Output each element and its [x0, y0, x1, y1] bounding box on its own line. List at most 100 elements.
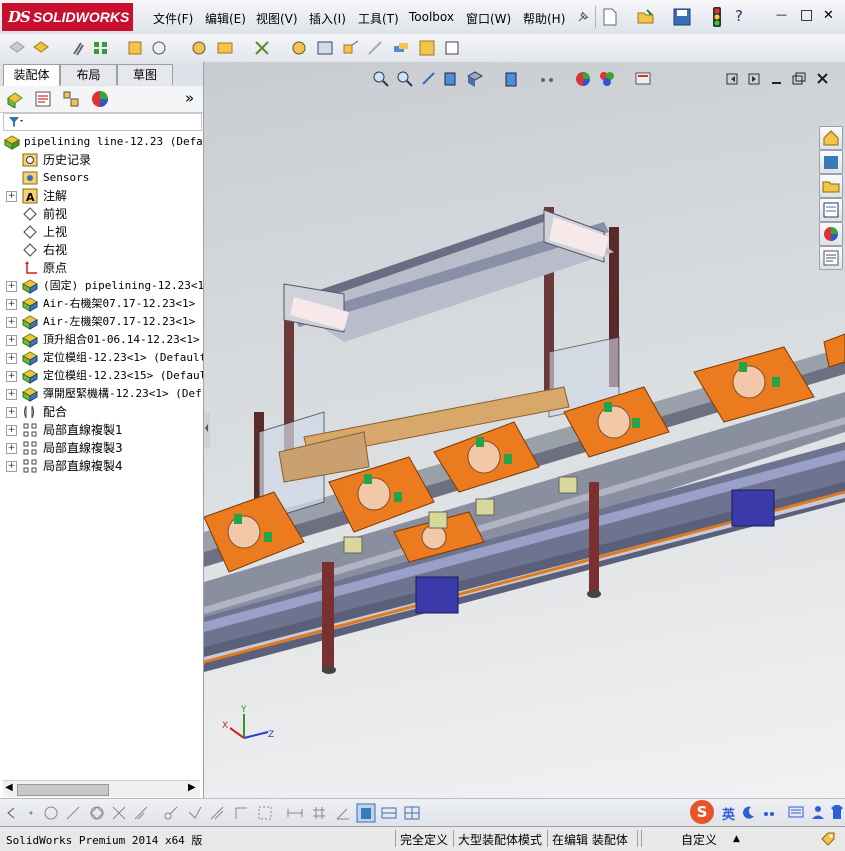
expand-toggle[interactable]: +: [6, 353, 17, 364]
tree-item-front-plane[interactable]: 前视: [0, 205, 203, 223]
bill-of-materials-icon[interactable]: [316, 39, 334, 57]
instant3d-icon[interactable]: [443, 39, 461, 57]
expand-toggle[interactable]: +: [6, 191, 17, 202]
tree-item-subassembly[interactable]: + 定位模组-12.23<1> (Default: [0, 349, 203, 367]
interference-detection-icon[interactable]: [392, 39, 410, 57]
tree-item-pattern[interactable]: + 局部直線複製1: [0, 421, 203, 439]
menu-help[interactable]: 帮助(H): [523, 10, 565, 27]
minimize-button[interactable]: —: [776, 8, 787, 21]
clearance-verification-icon[interactable]: [418, 39, 436, 57]
help-icon[interactable]: ?: [735, 7, 743, 25]
tree-item-pattern[interactable]: + 局部直線複製3: [0, 439, 203, 457]
new-document-icon[interactable]: [602, 8, 618, 26]
tree-item-history[interactable]: 历史记录: [0, 151, 203, 169]
menu-view[interactable]: 视图(V): [256, 10, 298, 27]
expand-toggle[interactable]: +: [6, 443, 17, 454]
expand-toggle[interactable]: +: [6, 299, 17, 310]
tab-layout[interactable]: 布局: [60, 64, 117, 85]
menu-window[interactable]: 窗口(W): [466, 10, 511, 27]
tree-item-root-assembly[interactable]: pipelining line-12.23 (Defaul: [0, 133, 203, 151]
tree-horizontal-scrollbar[interactable]: ◀ ▶: [3, 780, 200, 797]
tree-item-origin[interactable]: 原点: [0, 259, 203, 277]
3d-view-active-icon[interactable]: [356, 803, 376, 823]
menu-file[interactable]: 文件(F): [153, 10, 193, 27]
tag-icon[interactable]: [820, 831, 836, 847]
tile-view-icon[interactable]: [403, 804, 421, 822]
tree-item-subassembly[interactable]: + Air-左機架07.17-12.23<1> (: [0, 313, 203, 331]
pin-icon[interactable]: [575, 9, 591, 25]
open-folder-icon[interactable]: [637, 8, 655, 26]
expand-toggle[interactable]: +: [6, 335, 17, 346]
toolbar-scroll-left-icon[interactable]: [4, 805, 18, 821]
tree-item-annotations[interactable]: + A 注解: [0, 187, 203, 205]
save-icon[interactable]: [673, 8, 691, 26]
tree-filter-input[interactable]: [3, 113, 202, 131]
move-component-icon[interactable]: [150, 39, 168, 57]
scroll-right-arrow-icon[interactable]: ▶: [188, 782, 196, 793]
trim-icon[interactable]: [110, 804, 128, 822]
expand-toggle[interactable]: +: [6, 389, 17, 400]
assembly-features-icon[interactable]: [216, 39, 234, 57]
propertymanager-icon[interactable]: [34, 90, 52, 108]
expand-toggle[interactable]: +: [6, 461, 17, 472]
mate-paperclip-icon[interactable]: [68, 39, 86, 57]
mirror-entities-icon[interactable]: [256, 804, 274, 822]
plane-view-icon[interactable]: [380, 804, 398, 822]
line-icon[interactable]: [64, 804, 82, 822]
featuremanager-tree-icon[interactable]: [6, 90, 24, 108]
extend-icon[interactable]: [132, 804, 150, 822]
show-hidden-icon[interactable]: [190, 39, 208, 57]
explode-line-icon[interactable]: [366, 39, 384, 57]
expand-toggle[interactable]: +: [6, 371, 17, 382]
new-motion-study-icon[interactable]: [290, 39, 308, 57]
expand-toggle[interactable]: +: [6, 317, 17, 328]
menu-insert[interactable]: 插入(I): [309, 10, 346, 27]
tab-assembly[interactable]: 装配体: [3, 64, 60, 86]
tree-item-subassembly[interactable]: + 頂升組合01-06.14-12.23<1>: [0, 331, 203, 349]
ime-punctuation-icon[interactable]: [762, 806, 776, 818]
angle-icon[interactable]: [334, 804, 352, 822]
scroll-left-arrow-icon[interactable]: ◀: [5, 782, 13, 793]
tree-item-subassembly[interactable]: + 彈開壓緊機構-12.23<1> (Def: [0, 385, 203, 403]
exploded-view-icon[interactable]: [342, 39, 360, 57]
expand-toggle[interactable]: +: [6, 281, 17, 292]
menu-toolbox[interactable]: Toolbox: [409, 10, 454, 24]
ime-moon-icon[interactable]: [742, 805, 756, 819]
configurationmanager-icon[interactable]: [62, 90, 80, 108]
ime-keyboard-icon[interactable]: [788, 805, 804, 819]
grid-icon[interactable]: [310, 804, 328, 822]
displaymanager-icon[interactable]: [90, 89, 110, 109]
linear-pattern-icon[interactable]: [92, 39, 110, 57]
sketch-chamfer-icon[interactable]: [186, 804, 204, 822]
solidworks-logo[interactable]: DS SOLIDWORKS: [2, 3, 133, 31]
smart-fasteners-icon[interactable]: [126, 39, 144, 57]
sogou-ime-logo[interactable]: S: [690, 800, 714, 824]
polygon-icon[interactable]: [88, 804, 106, 822]
menu-tools[interactable]: 工具(T): [358, 10, 399, 27]
ime-language-toggle[interactable]: 英: [722, 804, 735, 823]
expand-toggle[interactable]: +: [6, 407, 17, 418]
smart-dimension-icon[interactable]: [286, 804, 304, 822]
sketch-fillet-icon[interactable]: [162, 804, 180, 822]
pipeline-assembly-model[interactable]: Y X Z: [204, 62, 845, 798]
menu-edit[interactable]: 编辑(E): [205, 10, 246, 27]
units-selector[interactable]: 自定义: [681, 831, 717, 848]
tree-item-sensors[interactable]: Sensors: [0, 169, 203, 187]
tree-item-top-plane[interactable]: 上视: [0, 223, 203, 241]
tree-item-subassembly[interactable]: + (固定) pipelining-12.23<1>: [0, 277, 203, 295]
reference-geometry-icon[interactable]: [253, 39, 271, 57]
tree-item-subassembly[interactable]: + Air-右機架07.17-12.23<1> (: [0, 295, 203, 313]
tab-sketch[interactable]: 草图: [117, 64, 173, 85]
units-dropdown-arrow-icon[interactable]: ▲: [733, 834, 740, 844]
tree-item-mates[interactable]: + 配合: [0, 403, 203, 421]
scrollbar-thumb[interactable]: [17, 784, 109, 796]
assembly-gray-icon[interactable]: [8, 39, 26, 57]
graphics-viewport[interactable]: Y X Z: [204, 62, 845, 798]
panel-expand-icon[interactable]: »: [185, 89, 194, 107]
offset-icon[interactable]: [208, 804, 226, 822]
tree-item-pattern[interactable]: + 局部直線複製4: [0, 457, 203, 475]
restore-button[interactable]: □: [800, 7, 813, 23]
tree-item-right-plane[interactable]: 右视: [0, 241, 203, 259]
point-icon[interactable]: [24, 805, 38, 821]
convert-entities-icon[interactable]: [232, 804, 250, 822]
